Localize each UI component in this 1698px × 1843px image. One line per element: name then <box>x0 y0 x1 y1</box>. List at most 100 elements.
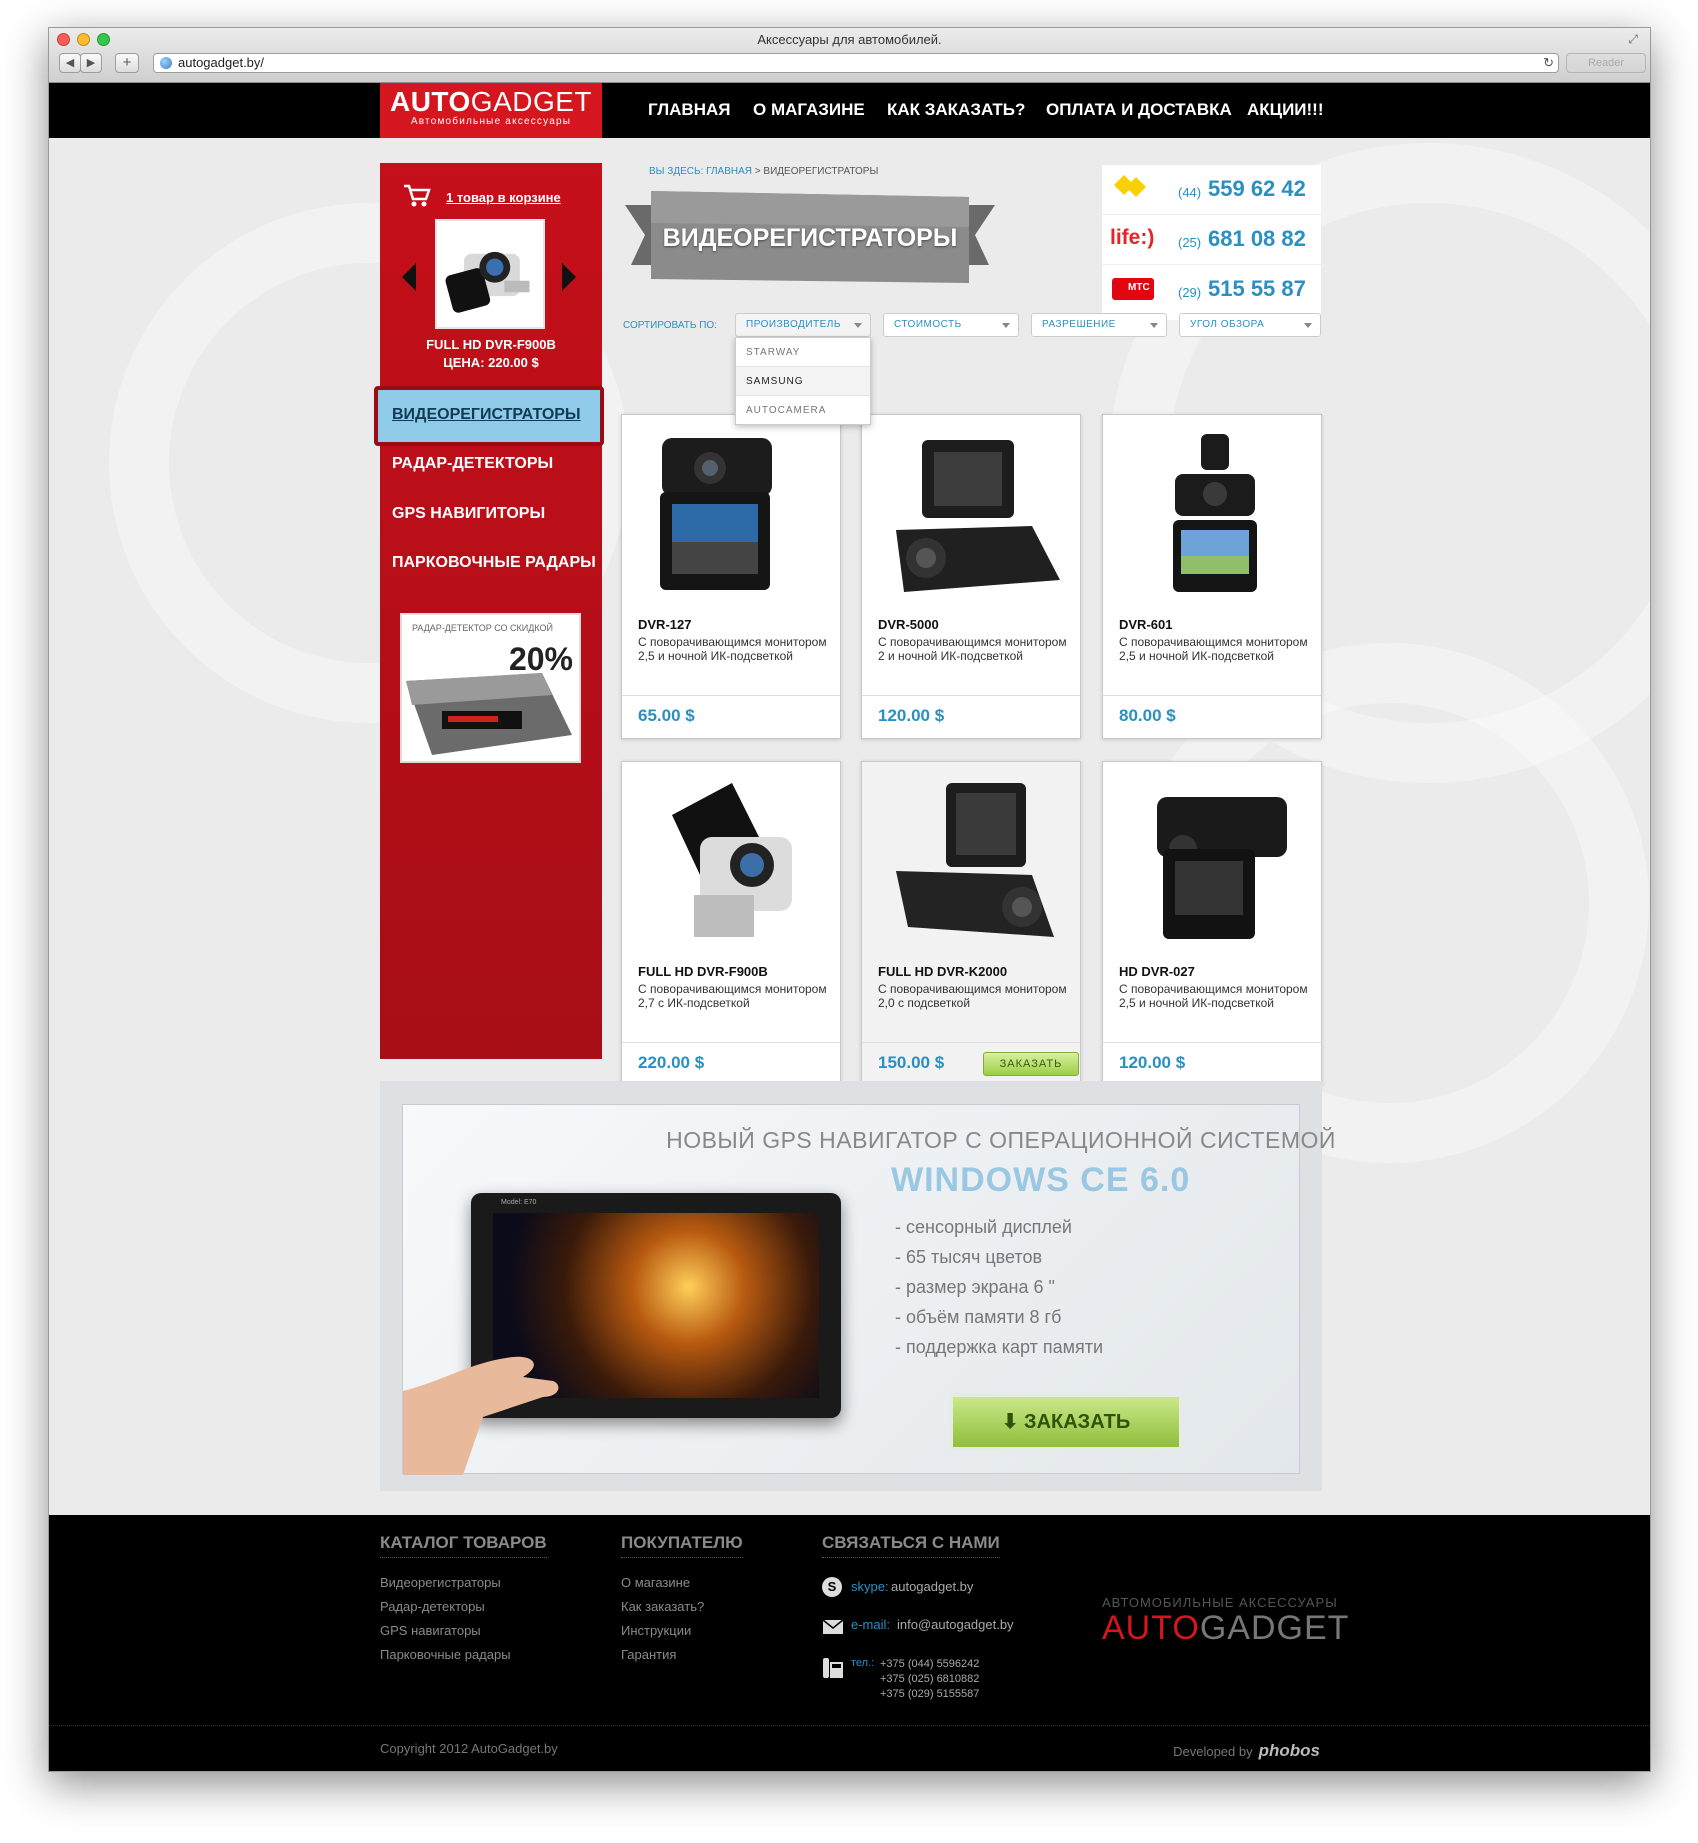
product-card[interactable]: FULL HD DVR-F900B С поворачивающимся мон… <box>621 761 841 1086</box>
footer-link[interactable]: Инструкции <box>621 1623 691 1638</box>
dropdown-option-samsung[interactable]: Samsung <box>736 367 870 396</box>
phone-icon <box>823 1658 843 1678</box>
breadcrumb-home[interactable]: Главная <box>706 166 752 177</box>
cart-item-name: FULL HD DVR-F900B <box>426 337 556 352</box>
nav-home[interactable]: Главная <box>648 100 730 120</box>
footer-link[interactable]: Радар-детекторы <box>380 1599 485 1614</box>
footer-buyer-title: Покупателю <box>621 1533 743 1558</box>
phone-block: (44) 559 62 42 life:) (25) 681 08 82 МТС… <box>1102 165 1321 320</box>
sidebar-item-parking-radars[interactable]: Парковочные радары <box>392 554 596 572</box>
phone-code: (44) <box>1178 185 1202 200</box>
footer-link[interactable]: Парковочные радары <box>380 1647 511 1662</box>
product-name[interactable]: HD DVR-027 <box>1119 964 1195 979</box>
phone-number[interactable]: 559 62 42 <box>1208 176 1306 202</box>
site-logo[interactable]: AUTOGADGET Автомобильные аксессуары <box>380 83 602 138</box>
sidebar-item-gps[interactable]: GPS навигиторы <box>392 505 545 523</box>
forward-button[interactable]: ▶ <box>80 53 102 73</box>
filter-label: Стоимость <box>894 319 962 330</box>
velcom-logo-icon <box>1114 175 1146 197</box>
nav-how-to-order[interactable]: Как заказать? <box>887 100 1025 120</box>
product-name[interactable]: DVR-601 <box>1119 617 1172 632</box>
product-card[interactable]: HD DVR-027 С поворачивающимся монитором … <box>1102 761 1322 1086</box>
filter-resolution-select[interactable]: Разрешение <box>1031 313 1167 337</box>
developer-credit: Developed by phobos <box>1173 1741 1320 1761</box>
product-description: С поворачивающимся монитором 2,5 и ночно… <box>1119 635 1308 663</box>
reload-icon[interactable]: ↻ <box>1543 54 1554 72</box>
promo-banner-gps: Новый GPS навигатор с операционной систе… <box>380 1081 1335 1491</box>
developed-by-label: Developed by <box>1173 1744 1253 1759</box>
cart-item-image[interactable] <box>435 219 545 329</box>
nav-payment-delivery[interactable]: Оплата и доставка <box>1046 100 1232 120</box>
developer-logo[interactable]: phobos <box>1259 1741 1320 1760</box>
nav-about[interactable]: О магазине <box>753 100 865 120</box>
carousel-prev-icon[interactable] <box>402 263 416 291</box>
skype-value[interactable]: autogadget.by <box>891 1579 973 1594</box>
product-card[interactable]: DVR-127 С поворачивающимся монитором 2,5… <box>621 414 841 739</box>
product-price: 80.00 $ <box>1119 706 1176 725</box>
tel-value[interactable]: +375 (029) 5155587 <box>880 1687 979 1702</box>
divider <box>1103 1042 1321 1043</box>
sidebar: 1 товар в корзине FULL HD DVR-F900B ЦЕНА… <box>374 163 604 1059</box>
footer-link[interactable]: О магазине <box>621 1575 690 1590</box>
carousel-next-icon[interactable] <box>562 263 576 291</box>
product-image <box>896 783 1054 937</box>
phone-row-velcom: (44) 559 62 42 <box>1102 165 1321 215</box>
filter-angle-select[interactable]: Угол обзора <box>1179 313 1321 337</box>
nav-promotions[interactable]: Акции!!! <box>1247 100 1324 120</box>
product-price: 120.00 $ <box>1119 1053 1186 1072</box>
filter-price-select[interactable]: Стоимость <box>883 313 1019 337</box>
hand-image <box>403 1356 559 1475</box>
email-label: e-mail: <box>851 1617 891 1632</box>
promo-banner[interactable]: Радар-детектор со скидкой 20% <box>400 613 581 763</box>
banner-feature: - объём памяти 8 гб <box>895 1307 1062 1327</box>
chevron-down-icon <box>854 323 862 328</box>
product-card[interactable]: DVR-601 С поворачивающимся монитором 2,5… <box>1102 414 1322 739</box>
banner-title-text: Новый GPS навигатор с операционной систе… <box>666 1127 1336 1153</box>
banner-title: Новый GPS навигатор с операционной систе… <box>403 1127 1335 1154</box>
tel-value[interactable]: +375 (025) 6810882 <box>880 1672 979 1687</box>
breadcrumb-current: Видеорегистраторы <box>763 166 879 177</box>
product-card-hovered[interactable]: FULL HD DVR-K2000 С поворачивающимся мон… <box>861 761 1081 1086</box>
footer-link[interactable]: Гарантия <box>621 1647 676 1662</box>
product-description: С поворачивающимся монитором 2,0 с подсв… <box>878 982 1067 1010</box>
top-navigation-bar: AUTOGADGET Автомобильные аксессуары Глав… <box>49 83 1650 138</box>
dropdown-option-autocamera[interactable]: Autocamera <box>736 396 870 425</box>
address-bar[interactable]: autogadget.by/ ↻ <box>153 53 1559 73</box>
radar-detector-image <box>406 673 572 755</box>
back-button[interactable]: ◀ <box>59 53 81 73</box>
divider <box>862 695 1080 696</box>
tablet-model-label: Model: E70 <box>501 1199 537 1206</box>
order-button[interactable]: Заказать <box>983 1052 1079 1076</box>
fullscreen-icon[interactable]: ⤢ <box>1628 32 1638 47</box>
filter-label: Разрешение <box>1042 319 1116 330</box>
phone-number[interactable]: 515 55 87 <box>1208 276 1306 302</box>
product-price: 150.00 $ <box>878 1053 945 1072</box>
product-name[interactable]: FULL HD DVR-F900B <box>638 964 768 979</box>
filter-manufacturer-select[interactable]: Производитель <box>735 313 871 337</box>
sidebar-item-radar-detectors[interactable]: Радар-детекторы <box>392 455 553 473</box>
footer-link[interactable]: Видеорегистраторы <box>380 1575 501 1590</box>
phone-number[interactable]: 681 08 82 <box>1208 226 1306 252</box>
footer-link[interactable]: GPS навигаторы <box>380 1623 481 1638</box>
product-name[interactable]: DVR-127 <box>638 617 691 632</box>
cart-icon[interactable] <box>402 181 432 211</box>
banner-order-button[interactable]: ⬇ ЗАКАЗАТЬ <box>949 1393 1183 1451</box>
reader-button[interactable]: Reader <box>1566 53 1646 73</box>
email-value[interactable]: info@autogadget.by <box>897 1617 1014 1632</box>
new-tab-button[interactable]: + <box>115 53 139 73</box>
chevron-down-icon <box>1150 323 1158 328</box>
cart-item-price: ЦЕНА: 220.00 $ <box>443 355 539 370</box>
footer-link[interactable]: Как заказать? <box>621 1599 704 1614</box>
product-description: С поворачивающимся монитором 2,5 и ночно… <box>1119 982 1308 1010</box>
product-name[interactable]: DVR-5000 <box>878 617 939 632</box>
tel-value[interactable]: +375 (044) 5596242 <box>880 1657 979 1672</box>
dropdown-option-starway[interactable]: Starway <box>736 338 870 367</box>
product-name[interactable]: FULL HD DVR-K2000 <box>878 964 1007 979</box>
product-description: С поворачивающимся монитором 2,7 с ИК-по… <box>638 982 827 1010</box>
product-image <box>896 440 1060 592</box>
filter-label: Угол обзора <box>1190 319 1265 330</box>
sidebar-item-dvr[interactable]: Видеорегистраторы <box>392 406 581 424</box>
footer-logo[interactable]: AUTOGADGET <box>1102 1609 1349 1648</box>
cart-link[interactable]: 1 товар в корзине <box>446 190 561 205</box>
product-card[interactable]: DVR-5000 С поворачивающимся монитором 2 … <box>861 414 1081 739</box>
